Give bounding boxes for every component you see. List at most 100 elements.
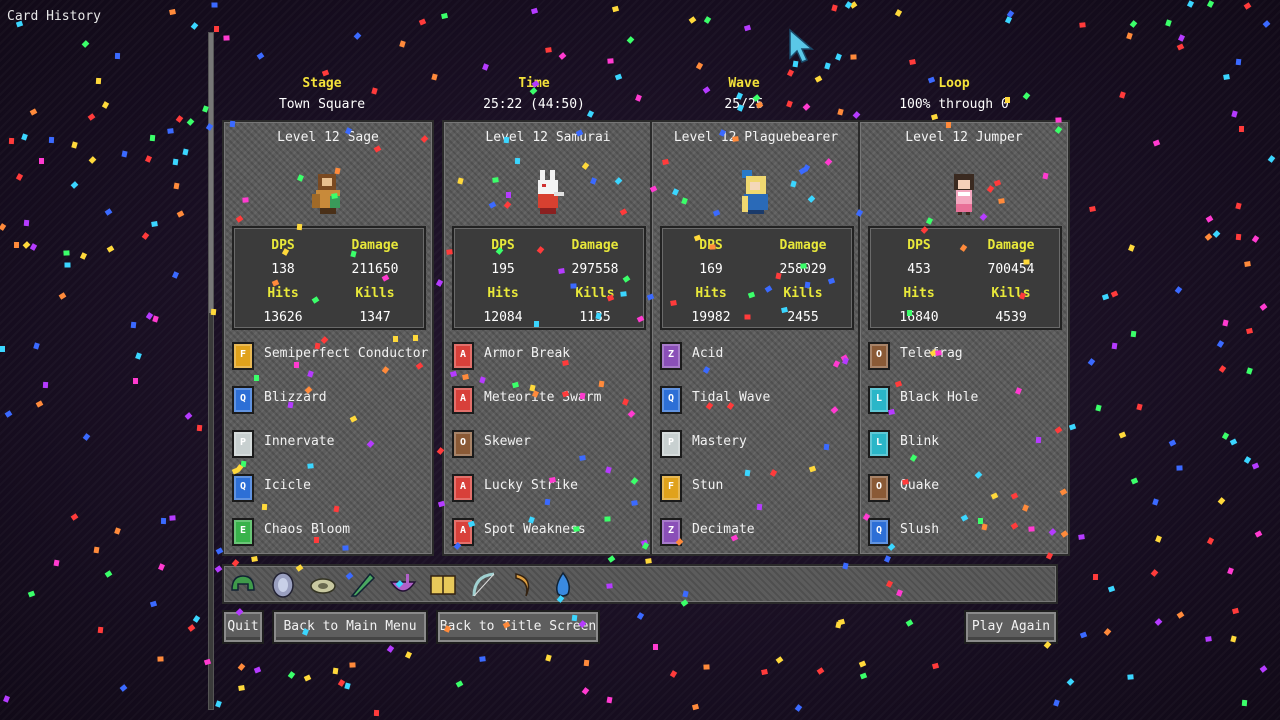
- confetti-piece: [1177, 34, 1186, 42]
- card-row[interactable]: P Mastery: [658, 426, 858, 462]
- confetti-piece: [545, 47, 552, 53]
- card-row[interactable]: P Innervate: [230, 426, 430, 462]
- confetti-piece: [1254, 530, 1263, 538]
- confetti-piece: [1206, 0, 1215, 8]
- confetti-piece: [63, 250, 70, 256]
- hits-value: 16840: [899, 310, 939, 325]
- confetti-piece: [287, 671, 296, 679]
- card-row[interactable]: Z Acid: [658, 338, 858, 374]
- confetti-piece: [149, 600, 158, 608]
- confetti-piece: [1174, 286, 1183, 294]
- summary-value: 25/25: [724, 97, 764, 112]
- kills-value: 2455: [787, 310, 819, 325]
- confetti-piece: [1206, 537, 1215, 545]
- card-row[interactable]: O Skewer: [450, 426, 650, 462]
- card-row[interactable]: Z Decimate: [658, 514, 858, 550]
- confetti-piece: [1154, 618, 1163, 626]
- confetti-piece: [1136, 403, 1143, 411]
- confetti-piece: [1127, 674, 1134, 680]
- confetti-piece: [530, 7, 539, 15]
- confetti-piece: [186, 118, 195, 126]
- confetti-piece: [48, 136, 55, 144]
- summary-label: Loop: [938, 76, 970, 91]
- confetti-piece: [1111, 342, 1118, 350]
- confetti-piece: [1128, 244, 1135, 252]
- card-row[interactable]: Q Tidal Wave: [658, 382, 858, 418]
- confetti-piece: [1222, 319, 1229, 327]
- confetti-piece: [837, 618, 846, 626]
- card-name: Skewer: [484, 434, 531, 449]
- confetti-piece: [121, 150, 128, 158]
- green-blade-icon[interactable]: [348, 570, 378, 600]
- green-helmet-icon[interactable]: [228, 570, 258, 600]
- confetti-piece: [1130, 330, 1137, 338]
- card-row[interactable]: E Chaos Bloom: [230, 514, 430, 550]
- card-row[interactable]: A Lucky Strike: [450, 470, 650, 506]
- card-row[interactable]: Q Blizzard: [230, 382, 430, 418]
- confetti-piece: [583, 659, 590, 667]
- card-row[interactable]: F Stun: [658, 470, 858, 506]
- hits-label: Hits: [695, 286, 727, 301]
- confetti-piece: [238, 685, 245, 691]
- blue-flame-icon[interactable]: [548, 570, 578, 600]
- confetti-piece: [441, 12, 448, 20]
- confetti-piece: [1235, 202, 1242, 210]
- card-row[interactable]: Q Icicle: [230, 470, 430, 506]
- confetti-piece: [184, 412, 193, 420]
- hits-label: Hits: [487, 286, 519, 301]
- play-again-button[interactable]: Play Again: [964, 610, 1058, 644]
- confetti-piece: [816, 667, 825, 675]
- card-row[interactable]: A Armor Break: [450, 338, 650, 374]
- confetti-piece: [337, 679, 346, 687]
- confetti-piece: [1243, 456, 1252, 464]
- summary-label: Stage: [302, 76, 342, 91]
- quit-button[interactable]: Quit: [222, 610, 264, 644]
- purple-bowl-icon[interactable]: [388, 570, 418, 600]
- confetti-piece: [253, 666, 262, 674]
- back-to-main-menu-button[interactable]: Back to Main Menu: [272, 610, 428, 644]
- round-shield-icon[interactable]: [268, 570, 298, 600]
- confetti-piece: [859, 672, 868, 680]
- card-icon: L: [868, 386, 890, 414]
- confetti-piece: [1004, 16, 1013, 24]
- card-row[interactable]: L Black Hole: [866, 382, 1066, 418]
- confetti-piece: [160, 517, 167, 525]
- card-icon: Z: [660, 518, 682, 546]
- confetti-piece: [23, 219, 30, 227]
- card-icon: E: [232, 518, 254, 546]
- card-row[interactable]: O Telefrag: [866, 338, 1066, 374]
- seed-pod-icon[interactable]: [308, 570, 338, 600]
- confetti-piece: [606, 696, 613, 704]
- confetti-piece: [1186, 0, 1195, 8]
- confetti-piece: [144, 155, 153, 163]
- card-row[interactable]: F Semiperfect Conductor: [230, 338, 430, 374]
- confetti-piece: [607, 58, 614, 64]
- card-row[interactable]: L Blink: [866, 426, 1066, 462]
- bow-icon[interactable]: [468, 570, 498, 600]
- card-row[interactable]: A Spot Weakness: [450, 514, 650, 550]
- card-name: Quake: [900, 478, 940, 493]
- stats-box: DPS Damage 453 700454 Hits Kills 16840 4…: [868, 226, 1062, 330]
- damage-label: Damage: [987, 238, 1035, 253]
- confetti-piece: [114, 527, 121, 535]
- vertical-scrollbar[interactable]: [208, 32, 214, 710]
- damage-label: Damage: [571, 238, 619, 253]
- open-book-icon[interactable]: [428, 570, 458, 600]
- confetti-piece: [1259, 665, 1268, 673]
- card-row[interactable]: Q Slush: [866, 514, 1066, 550]
- confetti-piece: [418, 18, 427, 26]
- back-to-title-screen-button[interactable]: Back to Title Screen: [436, 610, 600, 644]
- confetti-piece: [1107, 585, 1116, 593]
- confetti-piece: [1150, 569, 1159, 577]
- summary-value: 25:22 (44:50): [483, 97, 585, 112]
- card-row[interactable]: O Quake: [866, 470, 1066, 506]
- screen-title: Card History: [7, 9, 101, 24]
- confetti-piece: [169, 515, 176, 521]
- crescent-horn-icon[interactable]: [508, 570, 538, 600]
- card-row[interactable]: A Meteorite Swarm: [450, 382, 650, 418]
- confetti-piece: [196, 424, 203, 432]
- confetti-piece: [1229, 438, 1238, 446]
- scrollbar-thumb[interactable]: [209, 33, 213, 313]
- confetti-piece: [141, 232, 150, 240]
- kills-value: 1135: [579, 310, 611, 325]
